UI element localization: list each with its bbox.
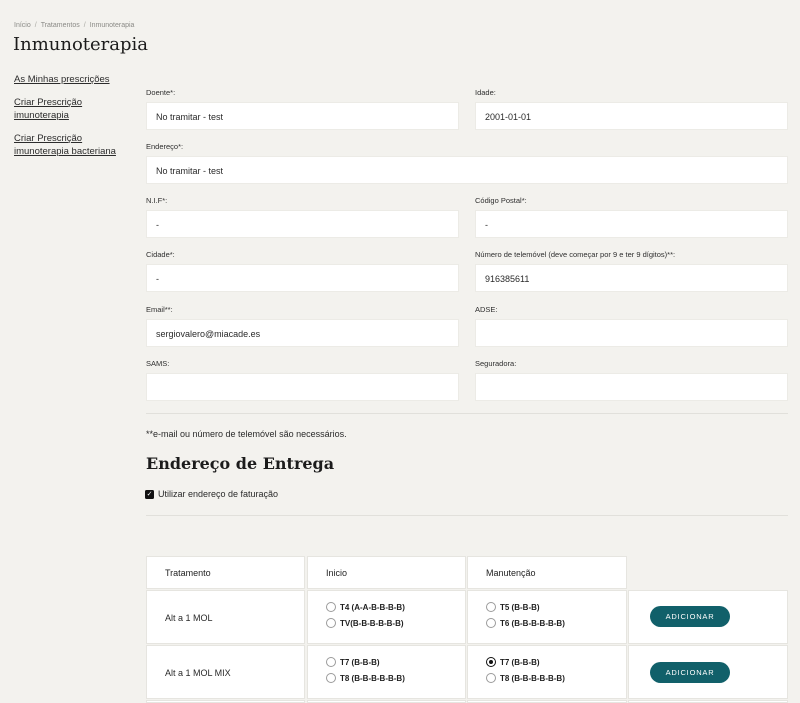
- radio-option-label: T6 (B-B-B-B-B-B): [500, 618, 565, 628]
- cidade-input[interactable]: -: [146, 264, 459, 292]
- table-row-manutencao-options: T7 (B-B-B) T8 (B-B-B-B-B-B): [467, 645, 627, 699]
- endereco-label: Endereço*:: [146, 142, 184, 151]
- table-row-name: Alt a 1 MOL: [146, 590, 305, 644]
- adse-label: ADSE:: [475, 305, 498, 314]
- radio-button[interactable]: [486, 673, 496, 683]
- cidade-field: Cidade*: -: [146, 250, 459, 292]
- seguradora-input[interactable]: [475, 373, 788, 401]
- sams-label: SAMS:: [146, 359, 170, 368]
- endereco-input[interactable]: No tramitar - test: [146, 156, 788, 184]
- sams-field: SAMS:: [146, 359, 459, 401]
- email-field: Email**: sergiovalero@miacade.es: [146, 305, 459, 347]
- radio-option[interactable]: T4 (A-A-B-B-B-B): [326, 599, 465, 615]
- radio-option[interactable]: T7 (B-B-B): [326, 654, 465, 670]
- cidade-label: Cidade*:: [146, 250, 175, 259]
- sidebar-item-criar-imunoterapia[interactable]: Criar Prescrição imunoterapia: [14, 96, 94, 123]
- delivery-divider: [146, 515, 788, 516]
- form-divider: [146, 413, 788, 414]
- contact-note: **e-mail ou número de telemóvel são nece…: [146, 429, 347, 439]
- idade-input[interactable]: 2001-01-01: [475, 102, 788, 130]
- table-row-inicio-options: T4 (A-A-B-B-B-B) TV(B-B-B-B-B-B): [307, 590, 466, 644]
- table-row-manutencao-options: T5 (B-B-B) T6 (B-B-B-B-B-B): [467, 590, 627, 644]
- breadcrumb-inicio[interactable]: Início: [14, 22, 31, 29]
- breadcrumb-current: Inmunoterapia: [89, 22, 135, 29]
- radio-option-label: T8 (B-B-B-B-B-B): [500, 673, 565, 683]
- radio-button-selected[interactable]: [486, 657, 496, 667]
- billing-address-checkbox-row[interactable]: ✓ Utilizar endereço de faturação: [145, 489, 278, 499]
- endereco-field: Endereço*: No tramitar - test: [146, 142, 788, 184]
- radio-option[interactable]: T8 (B-B-B-B-B-B): [326, 670, 465, 686]
- breadcrumb-separator: /: [34, 22, 37, 29]
- breadcrumb-tratamentos[interactable]: Tratamentos: [41, 22, 80, 29]
- radio-button[interactable]: [486, 602, 496, 612]
- radio-option-label: TV(B-B-B-B-B-B): [340, 618, 404, 628]
- radio-option-label: T4 (A-A-B-B-B-B): [340, 602, 405, 612]
- treatment-name: Alt a 1 MOL MIX: [165, 668, 231, 678]
- radio-option-label: T8 (B-B-B-B-B-B): [340, 673, 405, 683]
- radio-option[interactable]: T7 (B-B-B): [486, 654, 626, 670]
- billing-address-checkbox-label: Utilizar endereço de faturação: [158, 489, 279, 499]
- breadcrumb-separator: /: [83, 22, 86, 29]
- radio-option-label: T5 (B-B-B): [500, 602, 540, 612]
- codigo-postal-input[interactable]: -: [475, 210, 788, 238]
- table-row-name: Alt a 1 MOL MIX: [146, 645, 305, 699]
- nif-field: N.I.F*: -: [146, 196, 459, 238]
- treatment-name: Alt a 1 MOL: [165, 613, 213, 623]
- breadcrumb: Início / Tratamentos / Inmunoterapia: [14, 22, 134, 29]
- seguradora-field: Seguradora:: [475, 359, 788, 401]
- idade-field: Idade: 2001-01-01: [475, 88, 788, 130]
- radio-option[interactable]: T5 (B-B-B): [486, 599, 626, 615]
- radio-button[interactable]: [326, 618, 336, 628]
- email-input[interactable]: sergiovalero@miacade.es: [146, 319, 459, 347]
- nif-label: N.I.F*:: [146, 196, 168, 205]
- table-header-tratamento: Tratamento: [146, 556, 305, 589]
- radio-option-label: T7 (B-B-B): [340, 657, 380, 667]
- adse-field: ADSE:: [475, 305, 788, 347]
- sidebar-item-criar-imunoterapia-bacteriana[interactable]: Criar Prescrição imunoterapia bacteriana: [14, 132, 124, 159]
- radio-button[interactable]: [486, 618, 496, 628]
- radio-button[interactable]: [326, 657, 336, 667]
- radio-option[interactable]: T6 (B-B-B-B-B-B): [486, 615, 626, 631]
- nif-input[interactable]: -: [146, 210, 459, 238]
- radio-option[interactable]: TV(B-B-B-B-B-B): [326, 615, 465, 631]
- billing-address-checkbox[interactable]: ✓: [145, 489, 154, 499]
- codigo-postal-field: Código Postal*: -: [475, 196, 788, 238]
- table-header-manutencao: Manutenção: [467, 556, 627, 589]
- table-header-inicio: Inicio: [307, 556, 466, 589]
- delivery-section-title: Endereço de Entrega: [146, 454, 335, 473]
- adicionar-button[interactable]: ADICIONAR: [650, 662, 730, 683]
- radio-button[interactable]: [326, 673, 336, 683]
- sams-input[interactable]: [146, 373, 459, 401]
- radio-button[interactable]: [326, 602, 336, 612]
- sidebar-item-minhas-prescricoes[interactable]: As Minhas prescrições: [14, 73, 139, 87]
- codigo-postal-label: Código Postal*:: [475, 196, 527, 205]
- telemovel-label: Número de telemóvel (deve começar por 9 …: [475, 250, 676, 259]
- email-label: Email**:: [146, 305, 173, 314]
- adicionar-button[interactable]: ADICIONAR: [650, 606, 730, 627]
- adse-input[interactable]: [475, 319, 788, 347]
- doente-label: Doente*:: [146, 88, 176, 97]
- radio-option[interactable]: T8 (B-B-B-B-B-B): [486, 670, 626, 686]
- seguradora-label: Seguradora:: [475, 359, 517, 368]
- telemovel-field: Número de telemóvel (deve começar por 9 …: [475, 250, 788, 292]
- radio-option-label: T7 (B-B-B): [500, 657, 540, 667]
- doente-input[interactable]: No tramitar - test: [146, 102, 459, 130]
- table-row-inicio-options: T7 (B-B-B) T8 (B-B-B-B-B-B): [307, 645, 466, 699]
- page-title: Inmunoterapia: [13, 34, 149, 55]
- doente-field: Doente*: No tramitar - test: [146, 88, 459, 130]
- telemovel-input[interactable]: 916385611: [475, 264, 788, 292]
- idade-label: Idade:: [475, 88, 496, 97]
- sidebar: As Minhas prescrições Criar Prescrição i…: [14, 73, 139, 168]
